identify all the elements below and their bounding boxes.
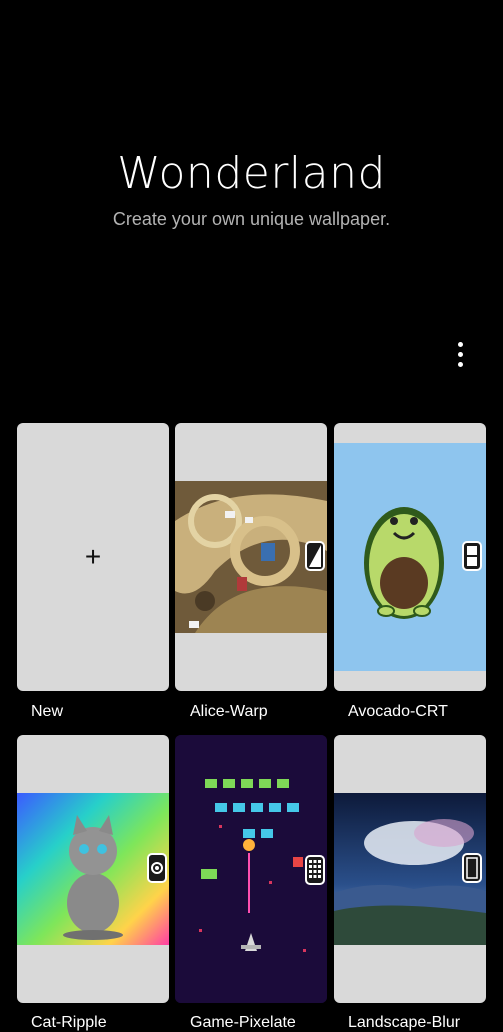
tile-label-game-pixelate: Game-Pixelate [190, 1014, 296, 1031]
ripple-circle-icon [147, 853, 167, 883]
tile-label-alice-warp: Alice-Warp [190, 703, 268, 720]
page-subtitle: Create your own unique wallpaper. [112, 209, 391, 229]
more-options-icon[interactable] [452, 342, 470, 368]
page-title: Wonderland [117, 148, 386, 199]
new-wallpaper-tile[interactable]: + [17, 423, 169, 691]
tile-label-cat-ripple: Cat-Ripple [31, 1014, 107, 1031]
wallpaper-tile-alice-warp[interactable] [175, 423, 327, 691]
tile-label-landscape-blur: Landscape-Blur [348, 1014, 461, 1031]
wallpaper-tile-game-pixelate[interactable] [175, 735, 327, 1003]
wallpaper-tile-avocado-crt[interactable] [334, 423, 486, 691]
pixel-grid-icon [305, 855, 325, 885]
diagonal-fill-icon [305, 541, 325, 571]
tile-label-avocado-crt: Avocado-CRT [348, 703, 448, 720]
wallpaper-tile-landscape-blur[interactable] [334, 735, 486, 1003]
plus-icon: + [84, 541, 102, 572]
tile-label-new: New [31, 703, 64, 720]
wallpaper-tile-cat-ripple[interactable] [17, 735, 169, 1003]
blur-icon [462, 853, 482, 883]
crt-screen-icon [462, 541, 482, 571]
